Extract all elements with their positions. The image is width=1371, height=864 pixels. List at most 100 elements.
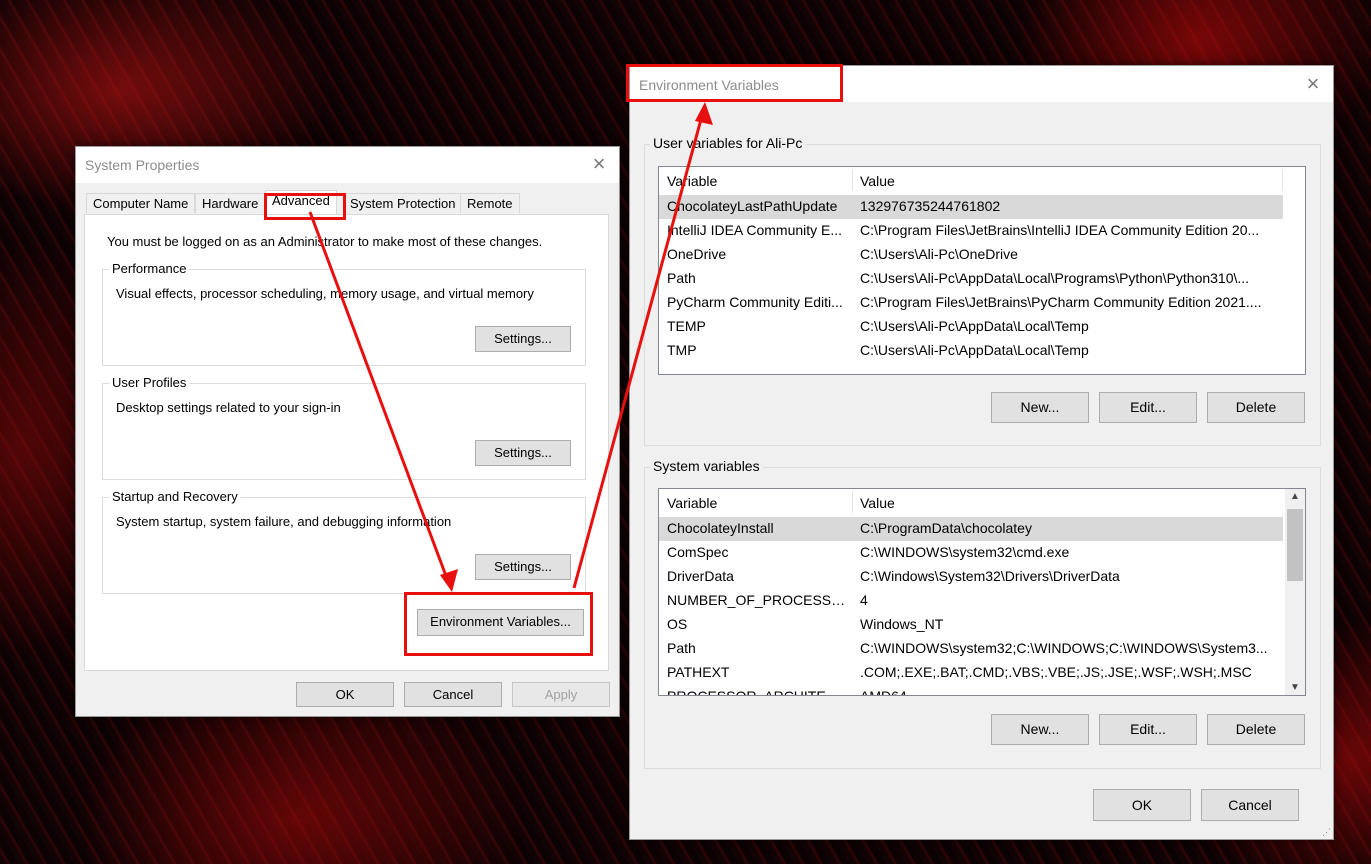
user-profiles-settings-button[interactable]: Settings...: [475, 440, 571, 466]
variable-name: ComSpec: [667, 544, 729, 560]
variable-value: 132976735244761802: [860, 198, 1001, 214]
tab-label: Computer Name: [93, 196, 189, 211]
variable-value: .COM;.EXE;.BAT;.CMD;.VBS;.VBE;.JS;.JSE;.…: [860, 664, 1252, 680]
list-item[interactable]: TEMP C:\Users\Ali-Pc\AppData\Local\Temp: [659, 315, 1283, 339]
column-variable[interactable]: Variable: [667, 495, 717, 511]
variable-value: 4: [860, 592, 868, 608]
button-label: Edit...: [1130, 721, 1166, 737]
list-item[interactable]: ChocolateyLastPathUpdate 1329767352447618…: [659, 195, 1283, 219]
group-label: User Profiles: [109, 375, 190, 390]
startup-recovery-settings-button[interactable]: Settings...: [475, 554, 571, 580]
variable-value: C:\WINDOWS\system32\cmd.exe: [860, 544, 1070, 560]
button-label: OK: [1131, 797, 1153, 813]
variable-name: TEMP: [667, 318, 706, 334]
tab-label: Hardware: [202, 196, 259, 211]
button-label: New...: [1020, 399, 1060, 415]
button-label: New...: [1020, 721, 1060, 737]
variable-name: ChocolateyInstall: [667, 520, 774, 536]
ev-ok-button[interactable]: OK: [1093, 789, 1191, 821]
user-variables-list[interactable]: Variable Value ChocolateyLastPathUpdate 1…: [658, 166, 1306, 375]
list-item[interactable]: DriverData C:\Windows\System32\Drivers\Dr…: [659, 565, 1283, 589]
list-item[interactable]: OS Windows_NT: [659, 613, 1283, 637]
variable-name: NUMBER_OF_PROCESSORS: [667, 592, 849, 608]
column-value[interactable]: Value: [860, 495, 895, 511]
variable-name: OneDrive: [667, 246, 727, 262]
scroll-thumb[interactable]: [1287, 509, 1303, 581]
ev-cancel-button[interactable]: Cancel: [1201, 789, 1299, 821]
user-edit-button[interactable]: Edit...: [1099, 392, 1197, 423]
resize-grip-icon[interactable]: ⋰: [1322, 827, 1331, 838]
list-item[interactable]: PROCESSOR_ARCHITECTU... AMD64: [659, 685, 1283, 696]
chevron-up-icon[interactable]: ▲: [1285, 491, 1305, 502]
performance-group: Performance Visual effects, processor sc…: [102, 261, 586, 366]
group-description: Visual effects, processor scheduling, me…: [116, 286, 534, 301]
column-divider: [852, 169, 853, 191]
variable-value: C:\ProgramData\chocolatey: [860, 520, 1032, 536]
environment-variables-dialog: Environment Variables × User variables f…: [629, 65, 1334, 840]
group-description: System startup, system failure, and debu…: [116, 514, 452, 529]
button-label: Settings...: [494, 559, 552, 574]
close-icon[interactable]: ×: [588, 153, 610, 175]
system-variables-list[interactable]: Variable Value ChocolateyInstall C:\Progr…: [658, 488, 1306, 696]
list-item[interactable]: Path C:\Users\Ali-Pc\AppData\Local\Progra…: [659, 267, 1283, 291]
button-label: Edit...: [1130, 399, 1166, 415]
list-header: Variable Value: [659, 167, 1305, 193]
variable-value: C:\Users\Ali-Pc\AppData\Local\Temp: [860, 318, 1089, 334]
column-divider: [1282, 169, 1283, 191]
user-variables-label: User variables for Ali-Pc: [650, 135, 806, 151]
variable-name: Path: [667, 640, 696, 656]
user-delete-button[interactable]: Delete: [1207, 392, 1305, 423]
performance-settings-button[interactable]: Settings...: [475, 326, 571, 352]
title-bar: System Properties ×: [76, 147, 619, 183]
system-variables-label: System variables: [650, 458, 763, 474]
list-item[interactable]: PATHEXT .COM;.EXE;.BAT;.CMD;.VBS;.VBE;.JS…: [659, 661, 1283, 685]
button-label: Settings...: [494, 331, 552, 346]
sp-apply-button[interactable]: Apply: [512, 682, 610, 707]
list-item[interactable]: ComSpec C:\WINDOWS\system32\cmd.exe: [659, 541, 1283, 565]
tab-computer-name[interactable]: Computer Name: [86, 193, 196, 213]
env-button-highlight: [404, 592, 593, 656]
tab-hardware[interactable]: Hardware: [195, 193, 266, 213]
system-edit-button[interactable]: Edit...: [1099, 714, 1197, 745]
user-profiles-group: User Profiles Desktop settings related t…: [102, 375, 586, 480]
variable-value: AMD64: [860, 688, 907, 696]
variable-name: PyCharm Community Editi...: [667, 294, 843, 310]
variable-name: PATHEXT: [667, 664, 730, 680]
user-new-button[interactable]: New...: [991, 392, 1089, 423]
list-item[interactable]: IntelliJ IDEA Community E... C:\Program F…: [659, 219, 1283, 243]
variable-name: IntelliJ IDEA Community E...: [667, 222, 843, 238]
list-item[interactable]: TMP C:\Users\Ali-Pc\AppData\Local\Temp: [659, 339, 1283, 363]
group-label: Startup and Recovery: [109, 489, 241, 504]
system-new-button[interactable]: New...: [991, 714, 1089, 745]
variable-name: Path: [667, 270, 696, 286]
list-item[interactable]: PyCharm Community Editi... C:\Program Fil…: [659, 291, 1283, 315]
variable-value: C:\Program Files\JetBrains\PyCharm Commu…: [860, 294, 1262, 310]
advanced-tab-highlight: [264, 193, 346, 220]
variable-value: C:\Users\Ali-Pc\AppData\Local\Programs\P…: [860, 270, 1250, 286]
list-item[interactable]: NUMBER_OF_PROCESSORS 4: [659, 589, 1283, 613]
system-delete-button[interactable]: Delete: [1207, 714, 1305, 745]
variable-value: C:\Users\Ali-Pc\OneDrive: [860, 246, 1018, 262]
column-variable[interactable]: Variable: [667, 173, 717, 189]
tab-remote[interactable]: Remote: [460, 193, 520, 213]
column-value[interactable]: Value: [860, 173, 895, 189]
tab-system-protection[interactable]: System Protection: [343, 193, 463, 213]
dialog-title: System Properties: [85, 157, 200, 173]
close-icon[interactable]: ×: [1302, 73, 1324, 95]
variable-value: C:\Windows\System32\Drivers\DriverData: [860, 568, 1120, 584]
list-item[interactable]: OneDrive C:\Users\Ali-Pc\OneDrive: [659, 243, 1283, 267]
button-label: Cancel: [432, 687, 474, 702]
variable-name: PROCESSOR_ARCHITECTU...: [667, 688, 849, 696]
variable-value: C:\Users\Ali-Pc\AppData\Local\Temp: [860, 342, 1089, 358]
vertical-scrollbar[interactable]: ▲ ▼: [1285, 489, 1305, 695]
variable-name: TMP: [667, 342, 697, 358]
sp-ok-button[interactable]: OK: [296, 682, 394, 707]
button-label: OK: [335, 687, 355, 702]
sp-cancel-button[interactable]: Cancel: [404, 682, 502, 707]
group-label: Performance: [109, 261, 190, 276]
list-item[interactable]: Path C:\WINDOWS\system32;C:\WINDOWS;C:\WI…: [659, 637, 1283, 661]
list-item[interactable]: ChocolateyInstall C:\ProgramData\chocolat…: [659, 517, 1283, 541]
chevron-down-icon[interactable]: ▼: [1285, 682, 1305, 693]
variable-value: C:\Program Files\JetBrains\IntelliJ IDEA…: [860, 222, 1260, 238]
variable-name: ChocolateyLastPathUpdate: [667, 198, 838, 214]
